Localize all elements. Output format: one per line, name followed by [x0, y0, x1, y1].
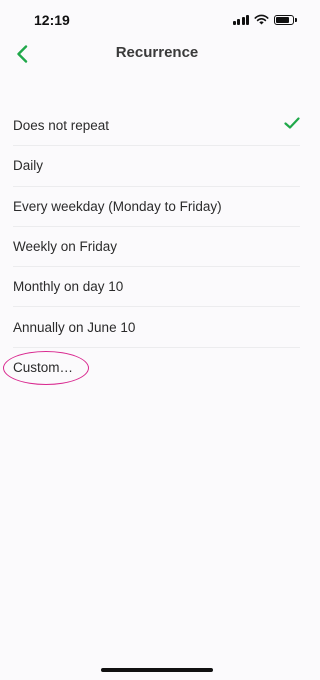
status-bar: 12:19: [0, 0, 314, 40]
option-label: Does not repeat: [13, 118, 110, 134]
option-label: Daily: [13, 158, 44, 174]
battery-icon: [274, 14, 297, 25]
home-indicator: [101, 668, 213, 672]
option-every-weekday[interactable]: Every weekday (Monday to Friday): [13, 187, 300, 227]
status-time: 12:19: [34, 12, 70, 28]
option-annually[interactable]: Annually on June 10: [13, 307, 300, 348]
page-title: Recurrence: [115, 44, 199, 61]
option-weekly[interactable]: Weekly on Friday: [13, 227, 300, 268]
option-monthly[interactable]: Monthly on day 10: [13, 267, 300, 308]
status-icons: [232, 14, 297, 25]
navigation-bar: Recurrence: [0, 36, 314, 72]
option-custom[interactable]: Custom…: [3, 348, 300, 388]
recurrence-options-list: Does not repeat Daily Every weekday (Mon…: [0, 106, 314, 388]
option-does-not-repeat[interactable]: Does not repeat: [13, 106, 300, 147]
option-label: Monthly on day 10: [13, 279, 124, 295]
option-label: Weekly on Friday: [13, 239, 118, 255]
option-label: Annually on June 10: [13, 319, 136, 335]
checkmark-icon: [284, 117, 300, 129]
cellular-signal-icon: [232, 14, 249, 25]
option-label: Every weekday (Monday to Friday): [13, 198, 222, 214]
wifi-icon: [254, 14, 269, 25]
option-daily[interactable]: Daily: [13, 146, 300, 187]
option-label: Custom…: [13, 360, 74, 376]
